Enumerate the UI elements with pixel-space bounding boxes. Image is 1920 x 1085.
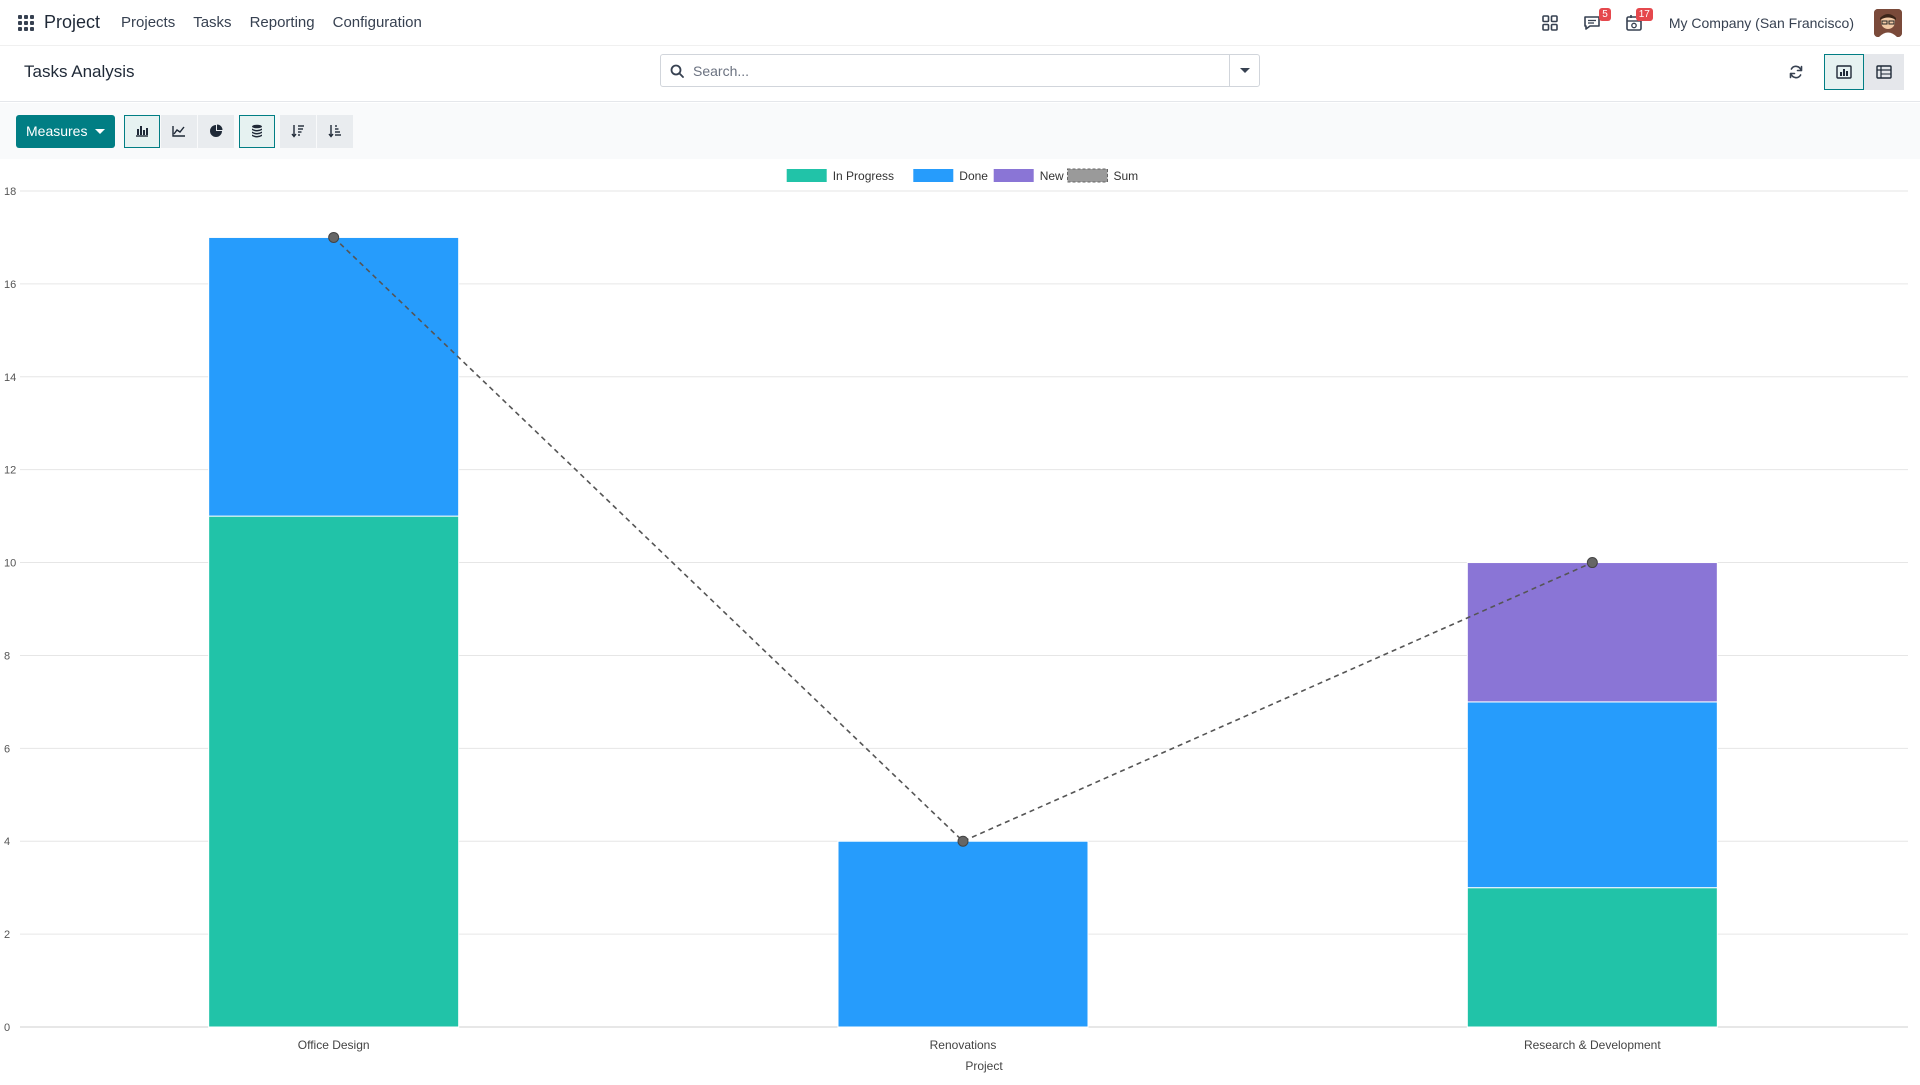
sum-line	[333, 236, 1593, 843]
bar-segment	[208, 236, 460, 517]
sum-point	[328, 231, 340, 243]
activities-badge: 17	[1635, 8, 1653, 21]
y-tick-label: 0	[4, 1022, 10, 1034]
y-tick-label: 18	[4, 186, 16, 198]
legend-label: In Progress	[833, 169, 894, 183]
bar-segment	[1466, 562, 1718, 703]
measures-label: Measures	[26, 123, 88, 139]
sum-point	[1586, 557, 1598, 569]
search-icon	[661, 64, 693, 78]
user-avatar[interactable]	[1874, 9, 1902, 37]
bar-segment	[208, 515, 460, 1028]
legend-swatch-sum	[1067, 168, 1108, 183]
menu-configuration[interactable]: Configuration	[333, 14, 422, 31]
legend-swatch	[786, 169, 827, 182]
pivot-view-icon	[1876, 65, 1892, 79]
sort-ascending-button[interactable]	[317, 114, 354, 148]
search-options-toggle[interactable]	[1229, 55, 1259, 86]
measures-dropdown[interactable]: Measures	[16, 114, 116, 148]
legend-swatch	[913, 169, 954, 182]
x-tick-label: Research & Development	[1524, 1038, 1661, 1052]
search-bar[interactable]	[660, 54, 1260, 87]
menu-tasks[interactable]: Tasks	[193, 14, 231, 31]
legend-label: Done	[959, 169, 988, 183]
messages-icon[interactable]: 5	[1575, 6, 1611, 40]
sum-point	[957, 835, 969, 847]
pie-chart-button[interactable]	[198, 114, 235, 148]
graph-toolbar: Measures	[0, 103, 1920, 159]
refresh-icon	[1789, 65, 1803, 79]
y-tick-label: 10	[4, 558, 16, 570]
y-tick-label: 12	[4, 465, 16, 477]
apps-grid-icon[interactable]	[16, 13, 36, 33]
graph-view-icon	[1836, 65, 1852, 79]
legend-swatch	[993, 169, 1034, 182]
company-switcher[interactable]: My Company (San Francisco)	[1669, 15, 1854, 31]
y-tick-label: 4	[4, 836, 10, 848]
legend-label: Sum	[1114, 169, 1139, 183]
sort-ascending-icon	[328, 125, 342, 138]
refresh-button[interactable]	[1778, 54, 1814, 90]
messages-badge: 5	[1599, 8, 1611, 21]
y-tick-label: 14	[4, 372, 16, 384]
menu-projects[interactable]: Projects	[121, 14, 175, 31]
caret-down-icon	[1239, 68, 1250, 73]
legend-label: New	[1040, 169, 1064, 183]
bar-chart-button[interactable]	[124, 114, 161, 148]
activities-icon[interactable]: 17	[1617, 6, 1653, 40]
page-title: Tasks Analysis	[24, 62, 135, 81]
line-chart-button[interactable]	[161, 114, 198, 148]
bar-segment	[1466, 887, 1718, 1028]
control-panel: Tasks Analysis	[0, 46, 1920, 102]
y-tick-label: 6	[4, 743, 10, 755]
search-input[interactable]	[693, 62, 1229, 79]
line-chart-icon	[172, 126, 186, 137]
x-tick-label: Office Design	[298, 1038, 370, 1052]
y-tick-label: 8	[4, 650, 10, 662]
sort-descending-button[interactable]	[280, 114, 317, 148]
app-name[interactable]: Project	[44, 12, 100, 33]
x-tick-label: Renovations	[930, 1038, 997, 1052]
graph-area: 0 2 4 6 8 10 12 14 16 18 Office Design Renovations R…	[0, 159, 1920, 1080]
y-tick-label: 2	[4, 929, 10, 941]
menu-reporting[interactable]: Reporting	[250, 14, 315, 31]
x-axis-label: Project	[965, 1059, 1003, 1073]
quick-apps-icon[interactable]	[1533, 6, 1567, 40]
bar-segment	[837, 840, 1089, 1028]
pie-chart-icon	[210, 124, 223, 137]
top-navbar: Project Projects Tasks Reporting Configu…	[0, 0, 1920, 46]
bar-chart-icon	[136, 126, 149, 137]
y-tick-label: 16	[4, 279, 16, 291]
stacked-toggle-button[interactable]	[239, 114, 276, 148]
graph-view-button[interactable]	[1824, 54, 1864, 90]
tasks-stacked-bar-chart: 0 2 4 6 8 10 12 14 16 18 Office Design Renovations R…	[4, 168, 1908, 1073]
pivot-view-button[interactable]	[1864, 54, 1904, 90]
sort-descending-icon	[291, 125, 305, 138]
stacked-icon	[252, 124, 263, 138]
bar-segment	[1466, 701, 1718, 889]
caret-down-icon	[95, 128, 106, 134]
